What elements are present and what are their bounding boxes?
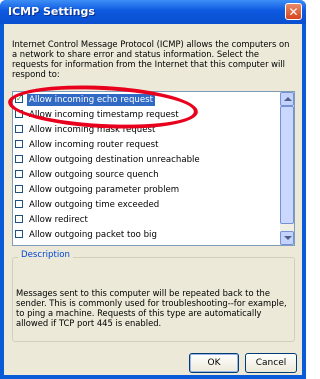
description-text: Messages sent to this computer will be r… [16,288,287,328]
list-item[interactable]: Allow incoming router request [15,139,275,151]
cancel-button[interactable]: Cancel [245,353,297,373]
list-item[interactable]: Allow incoming echo request [15,93,275,106]
list-item-label: Allow incoming mask request [29,125,156,135]
list-item[interactable]: Allow outgoing source quench [15,169,275,181]
list-item[interactable]: Allow incoming timestamp request [15,109,275,121]
checkbox[interactable] [15,215,23,223]
icmp-settings-dialog: ICMP Settings ✕ Internet Control Message… [0,0,306,379]
ok-button[interactable]: OK [189,353,239,373]
checkbox[interactable] [15,155,23,163]
checkbox[interactable] [15,200,23,208]
checkbox[interactable] [15,110,23,118]
close-icon: ✕ [288,5,299,19]
checkbox[interactable] [15,125,23,133]
list-item[interactable]: Allow outgoing packet too big [15,229,275,241]
checkbox[interactable] [15,140,23,148]
chevron-up-icon [284,97,292,101]
list-item[interactable]: Allow outgoing time exceeded [15,199,275,211]
list-item-label: Allow outgoing packet too big [29,230,157,240]
scroll-thumb[interactable] [280,106,294,224]
checkbox[interactable] [15,185,23,193]
list-item-label: Allow outgoing destination unreachable [29,155,200,165]
dialog-body: Internet Control Message Protocol (ICMP)… [4,24,302,375]
list-item-label: Allow redirect [29,215,88,225]
list-item[interactable]: Allow outgoing destination unreachable [15,154,275,166]
intro-text: Internet Control Message Protocol (ICMP)… [12,39,290,79]
scroll-down-button[interactable] [280,231,294,245]
window-title: ICMP Settings [8,5,95,18]
list-item-label: Allow incoming timestamp request [29,110,179,120]
list-item[interactable]: Allow redirect [15,214,275,226]
icmp-options-list[interactable]: Allow incoming echo request Allow incomin… [12,91,295,246]
description-title: Description [18,250,73,260]
list-item[interactable]: Allow incoming mask request [15,124,275,136]
checkbox[interactable] [15,170,23,178]
chevron-down-icon [284,236,292,240]
vertical-scrollbar[interactable] [280,92,294,245]
list-item[interactable]: Allow outgoing parameter problem [15,184,275,196]
list-item-label: Allow incoming router request [29,140,159,150]
list-item-label: Allow outgoing parameter problem [29,185,180,195]
checkbox[interactable] [15,93,23,105]
title-bar[interactable]: ICMP Settings ✕ [0,0,306,24]
list-item-label: Allow outgoing time exceeded [29,200,160,210]
list-item-label: Allow incoming echo request [27,94,155,106]
close-button[interactable]: ✕ [285,3,302,20]
scroll-up-button[interactable] [280,92,294,106]
checkbox[interactable] [15,230,23,238]
list-item-label: Allow outgoing source quench [29,170,159,180]
